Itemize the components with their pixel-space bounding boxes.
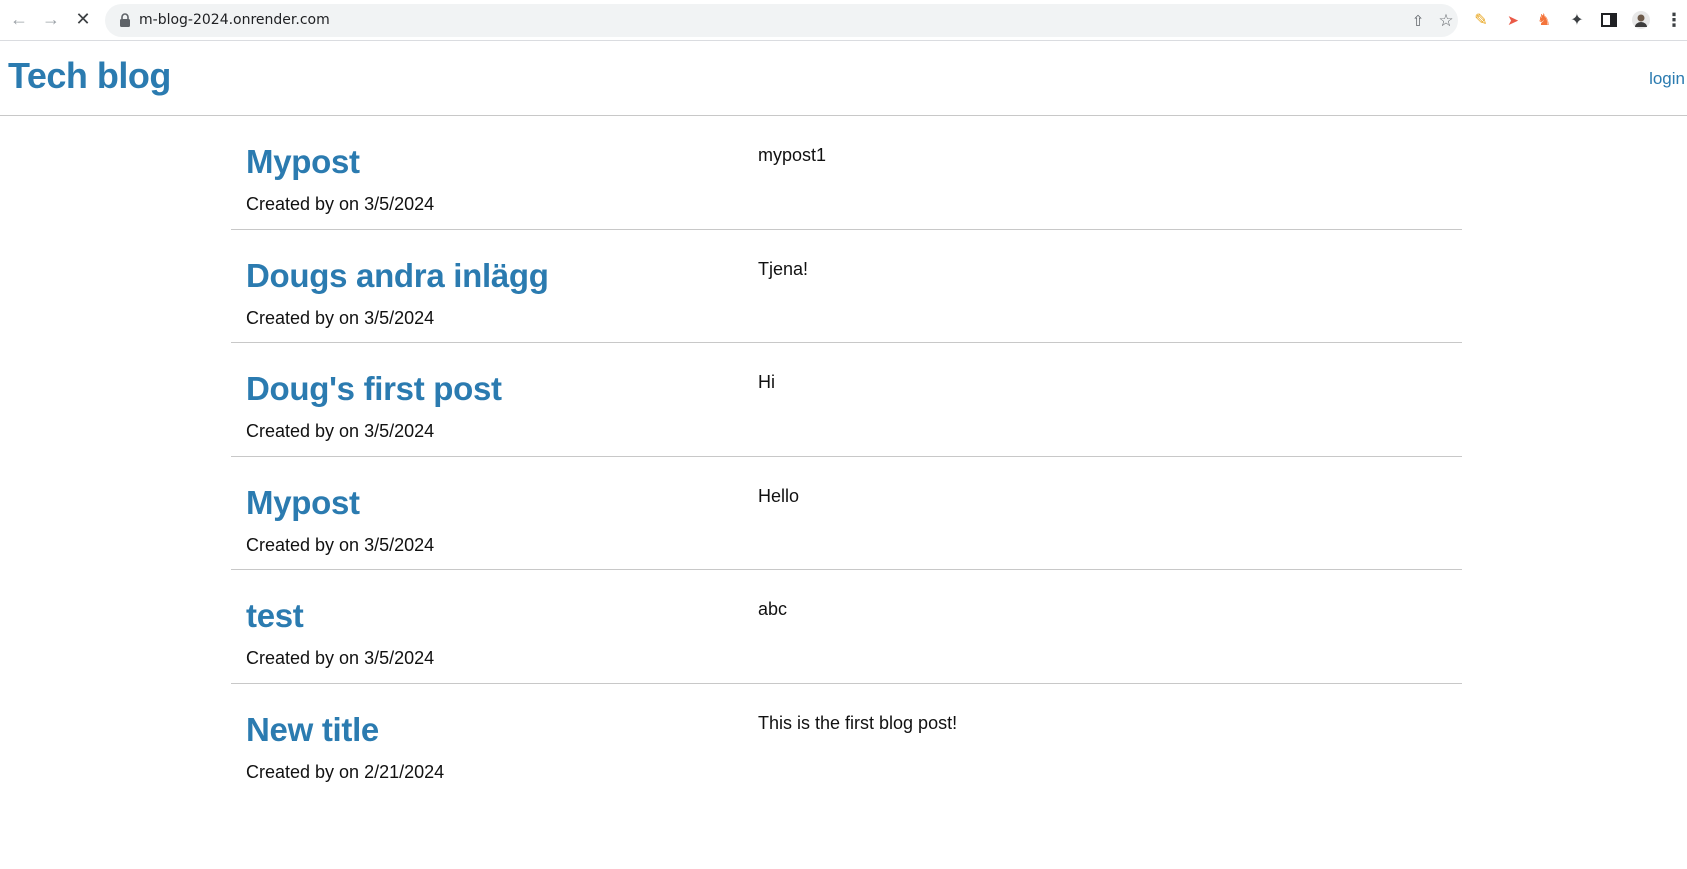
post-body: mypost1 [758, 145, 827, 165]
post-body: This is the first blog post! [758, 712, 958, 733]
login-link[interactable]: login [1649, 69, 1685, 89]
site-brand[interactable]: Tech blog [8, 55, 171, 97]
post-meta: Created by on 3/5/2024 [246, 307, 435, 328]
browser-toolbar: ← → ✕ m-blog-2024.onrender.com ⇧ ☆ ✎ ➤ ♞… [0, 0, 1687, 41]
pencil-extension-icon[interactable]: ✎ [1470, 9, 1492, 31]
post-meta: Created by on 3/5/2024 [246, 534, 435, 555]
post-title[interactable]: Doug's first post [246, 370, 502, 408]
post-item: Mypost Created by on 3/5/2024 Hello [231, 457, 1462, 570]
lock-icon [120, 13, 130, 27]
post-list: Mypost Created by on 3/5/2024 mypost1 Do… [231, 116, 1462, 797]
red-extension-icon[interactable]: ➤ [1502, 9, 1524, 31]
share-icon[interactable]: ⇧ [1408, 11, 1428, 31]
browser-menu-icon[interactable]: ⋮ [1663, 9, 1685, 31]
post-body: abc [758, 599, 788, 619]
address-bar[interactable]: m-blog-2024.onrender.com ⇧ ☆ [105, 4, 1458, 37]
post-title[interactable]: Dougs andra inlägg [246, 257, 549, 295]
post-title[interactable]: test [246, 597, 304, 635]
post-meta: Created by on 3/5/2024 [246, 648, 435, 668]
stop-loading-icon[interactable]: ✕ [72, 8, 94, 30]
forward-arrow-icon[interactable]: → [40, 8, 62, 30]
side-panel-icon[interactable] [1598, 9, 1620, 31]
post-item: Dougs andra inlägg Created by on 3/5/202… [231, 230, 1462, 343]
post-item: test Created by on 3/5/2024 abc [231, 570, 1462, 684]
post-meta: Created by on 3/5/2024 [246, 421, 435, 441]
bookmark-star-icon[interactable]: ☆ [1436, 11, 1456, 31]
back-arrow-icon[interactable]: ← [8, 8, 30, 30]
extensions-puzzle-icon[interactable]: ✦ [1566, 9, 1588, 31]
site-header: Tech blog login [0, 41, 1687, 116]
orange-extension-icon[interactable]: ♞ [1533, 9, 1555, 31]
post-body: Hi [758, 372, 775, 392]
post-body: Tjena! [758, 258, 809, 279]
post-meta: Created by on 3/5/2024 [246, 194, 435, 214]
post-title[interactable]: New title [246, 711, 379, 749]
post-meta: Created by on 2/21/2024 [246, 761, 445, 782]
url-text: m-blog-2024.onrender.com [139, 12, 330, 28]
post-title[interactable]: Mypost [246, 143, 360, 181]
profile-avatar-icon[interactable] [1630, 9, 1652, 31]
post-body: Hello [758, 485, 800, 506]
post-item: Mypost Created by on 3/5/2024 mypost1 [231, 116, 1462, 230]
post-item: New title Created by on 2/21/2024 This i… [231, 684, 1462, 798]
post-item: Doug's first post Created by on 3/5/2024… [231, 343, 1462, 457]
post-title[interactable]: Mypost [246, 484, 360, 522]
